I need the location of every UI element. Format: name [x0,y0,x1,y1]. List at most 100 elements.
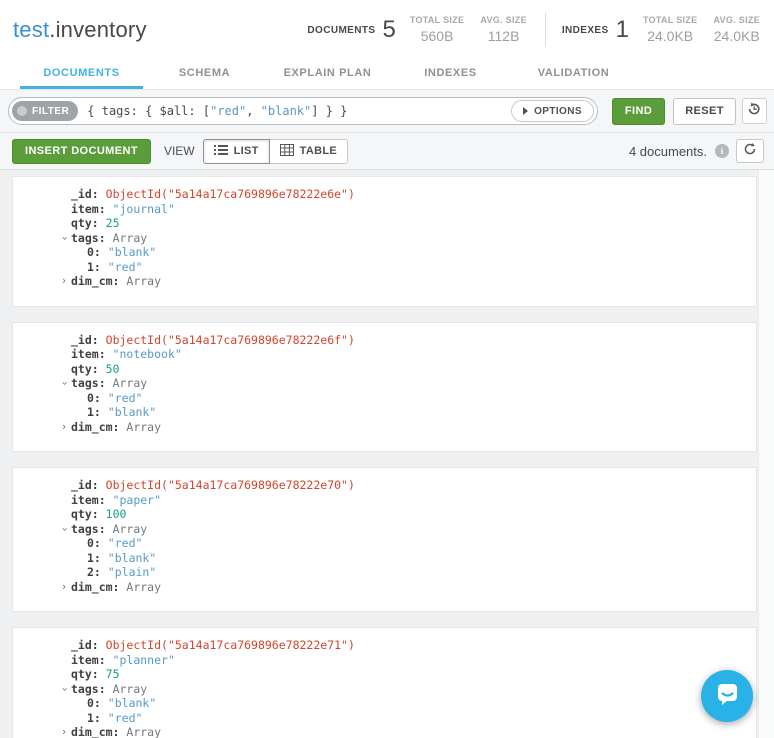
field-key: tags: [71,681,106,696]
insert-document-button[interactable]: INSERT DOCUMENT [12,138,151,164]
document-field[interactable]: › tags: Array [13,682,756,697]
document-field[interactable]: 0: "red" [13,536,756,551]
documents-stat-value: 5 [382,16,396,43]
document-field[interactable]: _id: ObjectId("5a14a17ca769896e78222e71"… [13,638,756,653]
triangle-right-icon [523,107,529,115]
document-field[interactable]: 1: "blank" [13,551,756,566]
query-bar: FILTER { tags: { $all: ["red", "blank"] … [0,90,774,133]
field-value: Array [112,521,148,536]
collapse-caret-icon[interactable]: › [57,524,71,534]
document-field[interactable]: _id: ObjectId("5a14a17ca769896e78222e6e"… [13,187,756,202]
collection-header: test.inventory DOCUMENTS 5 TOTAL SIZE 56… [0,0,774,60]
field-key: 1: [87,710,101,725]
document-count: 4 documents. [628,143,707,159]
field-key: 1: [87,550,101,565]
table-view-button[interactable]: TABLE [268,138,349,164]
indexes-stat-value: 1 [615,16,629,43]
document-field[interactable]: qty: 50 [13,362,756,377]
refresh-documents-button[interactable] [736,139,764,163]
field-key: 1: [87,405,101,419]
field-key: 2: [87,565,101,579]
field-value: ObjectId("5a14a17ca769896e78222e6e") [105,187,355,201]
filter-query-segment: ] } } [311,104,348,118]
filter-query-segment: { tags: { $all: [ [87,104,211,118]
field-value: ObjectId("5a14a17ca769896e78222e6f") [105,332,355,347]
field-key: 0: [87,245,101,259]
document-field[interactable]: 0: "blank" [13,245,756,260]
document-field[interactable]: 2: "plain" [13,565,756,580]
field-key: tags: [71,230,106,245]
reset-button[interactable]: RESET [673,97,736,125]
field-value: ObjectId("5a14a17ca769896e78222e71") [105,638,355,652]
document-card[interactable]: _id: ObjectId("5a14a17ca769896e78222e6f"… [12,321,757,452]
tab-schema[interactable]: SCHEMA [143,60,266,89]
options-toggle-button[interactable]: OPTIONS [511,100,594,122]
document-field[interactable]: item: "planner" [13,653,756,668]
expand-caret-icon[interactable]: › [59,725,69,738]
field-value: Array [126,419,162,434]
document-card[interactable]: _id: ObjectId("5a14a17ca769896e78222e71"… [12,627,757,738]
document-card[interactable]: _id: ObjectId("5a14a17ca769896e78222e6e"… [12,176,757,307]
tab-indexes[interactable]: INDEXES [389,60,512,89]
field-value: Array [126,579,162,594]
info-icon[interactable] [715,144,729,158]
filter-badge-label: FILTER [32,105,70,117]
document-field[interactable]: › dim_cm: Array [13,725,756,738]
field-key: 0: [87,536,101,550]
field-value: Array [112,230,148,245]
tab-documents[interactable]: DOCUMENTS [20,60,143,89]
document-field[interactable]: 0: "red" [13,391,756,406]
documents-toolbar: INSERT DOCUMENT VIEW LIST TABLE 4 docume… [0,133,774,170]
tab-validation[interactable]: VALIDATION [512,60,635,89]
view-switcher: LIST TABLE [202,138,349,164]
expand-caret-icon[interactable]: › [59,274,69,289]
find-button[interactable]: FIND [611,97,666,125]
chat-widget-button[interactable] [701,670,753,722]
doc-total-size-stat: TOTAL SIZE 560B [409,14,465,44]
document-field[interactable]: item: "journal" [13,202,756,217]
document-field[interactable]: item: "paper" [13,493,756,508]
document-field[interactable]: 1: "red" [13,711,756,726]
filter-input[interactable]: { tags: { $all: ["red", "blank"] } } [78,104,511,118]
document-field[interactable]: _id: ObjectId("5a14a17ca769896e78222e6f"… [13,333,756,348]
chat-bubble-icon [713,680,741,713]
list-view-button[interactable]: LIST [202,138,270,164]
document-field[interactable]: qty: 100 [13,507,756,522]
query-history-icon [746,101,762,122]
expand-caret-icon[interactable]: › [59,420,69,435]
field-value: "notebook" [112,347,182,361]
field-key: dim_cm: [71,579,120,594]
document-field[interactable]: qty: 25 [13,216,756,231]
expand-caret-icon[interactable]: › [59,580,69,595]
field-key: item: [71,201,106,216]
document-field[interactable]: › tags: Array [13,376,756,391]
scrollbar-track[interactable] [758,170,774,738]
field-value: "plain" [107,565,157,579]
documents-stat: DOCUMENTS 5 [307,18,395,42]
field-value: 75 [105,667,120,681]
field-key: tags: [71,376,106,390]
doc-avg-size-stat: AVG. SIZE 112B [480,14,527,44]
document-field[interactable]: › tags: Array [13,231,756,246]
document-field[interactable]: qty: 75 [13,667,756,682]
collapse-caret-icon[interactable]: › [57,378,71,388]
document-field[interactable]: _id: ObjectId("5a14a17ca769896e78222e70"… [13,478,756,493]
document-field[interactable]: 0: "blank" [13,696,756,711]
document-field[interactable]: › tags: Array [13,522,756,537]
filter-query-segment: "blank" [260,104,312,118]
query-history-button[interactable] [741,98,767,124]
document-field[interactable]: › dim_cm: Array [13,580,756,595]
document-field[interactable]: › dim_cm: Array [13,274,756,289]
document-field[interactable]: 1: "blank" [13,405,756,420]
document-field[interactable]: 1: "red" [13,260,756,275]
document-card[interactable]: _id: ObjectId("5a14a17ca769896e78222e70"… [12,467,757,612]
field-value: ObjectId("5a14a17ca769896e78222e70") [105,478,355,492]
field-key: _id: [71,478,99,492]
document-field[interactable]: item: "notebook" [13,347,756,362]
collapse-caret-icon[interactable]: › [57,233,71,243]
collapse-caret-icon[interactable]: › [57,684,71,694]
document-field[interactable]: › dim_cm: Array [13,420,756,435]
filter-input-container[interactable]: FILTER { tags: { $all: ["red", "blank"] … [8,97,598,125]
field-key: dim_cm: [71,274,120,288]
tab-explain-plan[interactable]: EXPLAIN PLAN [266,60,389,89]
